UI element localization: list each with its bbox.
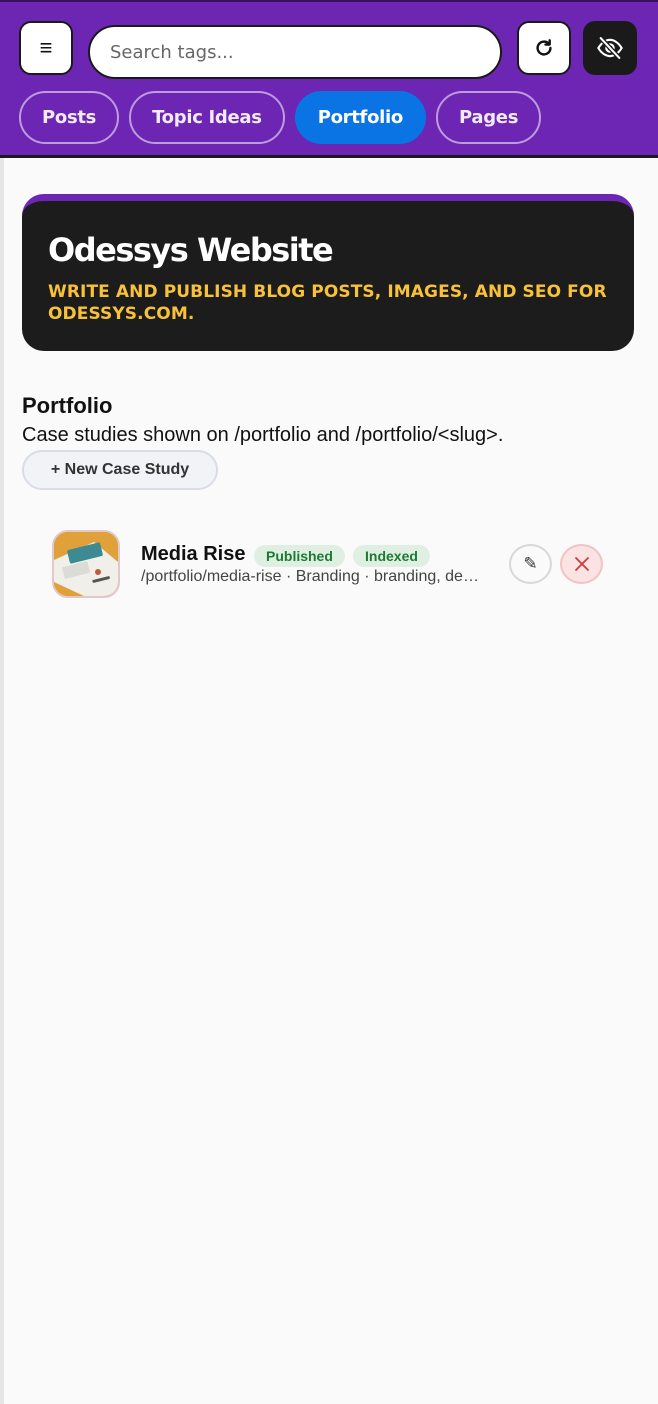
- edit-button[interactable]: ✎: [509, 544, 552, 584]
- close-icon: [574, 557, 589, 571]
- refresh-button[interactable]: [517, 21, 571, 75]
- menu-button[interactable]: ≡: [19, 21, 73, 75]
- search-box[interactable]: [88, 25, 502, 79]
- top-bar: ≡ Posts Topic Ideas Portfolio Pages: [0, 0, 658, 158]
- tab-portfolio[interactable]: Portfolio: [294, 91, 426, 144]
- section-title: Portfolio: [22, 393, 113, 418]
- site-subtitle: Write and publish blog posts, images, an…: [48, 282, 607, 324]
- main-tabs: Posts Topic Ideas Portfolio Pages: [19, 91, 542, 145]
- status-badge-indexed: Indexed: [353, 545, 430, 567]
- site-title: Odessys Website: [48, 231, 334, 269]
- list-item[interactable]: Media Rise Published Indexed /portfolio/…: [52, 530, 604, 598]
- eye-off-icon: [597, 36, 623, 60]
- search-input[interactable]: [110, 41, 480, 63]
- menu-icon: ≡: [39, 35, 53, 60]
- tab-pages[interactable]: Pages: [435, 91, 542, 144]
- item-meta: /portfolio/media-rise · Branding · brand…: [141, 568, 486, 585]
- toggle-visibility-button[interactable]: [583, 21, 637, 75]
- pencil-icon: ✎: [523, 554, 538, 573]
- item-title[interactable]: Media Rise: [141, 543, 245, 566]
- tab-topic-ideas[interactable]: Topic Ideas: [129, 91, 285, 144]
- page-left-edge: [0, 158, 4, 1404]
- refresh-icon: [536, 39, 552, 56]
- site-banner: Odessys Website Write and publish blog p…: [22, 194, 634, 351]
- status-badge-published: Published: [254, 545, 345, 567]
- case-study-thumbnail: [52, 530, 120, 598]
- thumbnail-image: [54, 532, 118, 596]
- section-description: Case studies shown on /portfolio and /po…: [22, 424, 504, 446]
- delete-button[interactable]: [560, 544, 603, 584]
- new-case-study-button[interactable]: + New Case Study: [22, 450, 218, 490]
- tab-posts[interactable]: Posts: [19, 91, 120, 144]
